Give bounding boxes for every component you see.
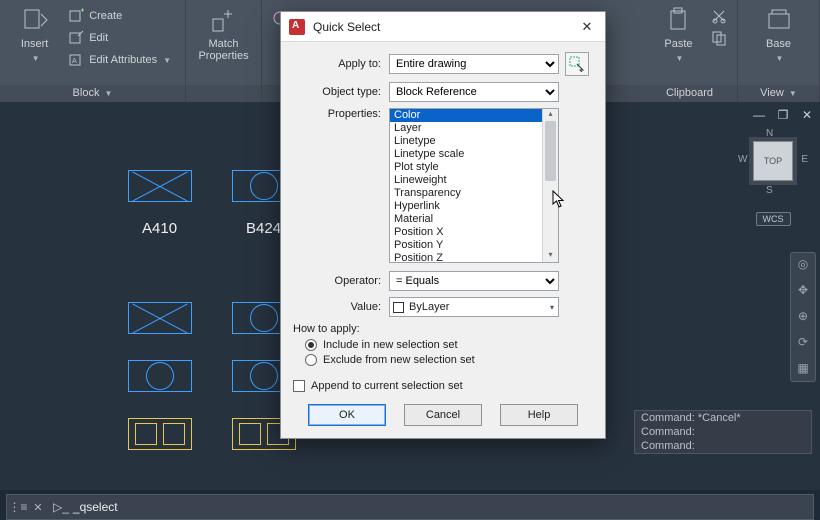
value-select[interactable]: ByLayer ▾ [389,297,559,317]
history-line: Command: *Cancel* [635,411,811,425]
history-line: Command: [635,425,811,439]
zoom-icon[interactable]: ⊕ [795,309,811,325]
listbox-scrollbar[interactable]: ▴ ▾ [542,109,558,262]
dialog-close-icon[interactable]: ✕ [577,19,597,35]
scroll-up-icon[interactable]: ▴ [543,109,558,121]
dialog-title: Quick Select [313,20,577,34]
block-label: B424 [246,220,281,237]
exclude-radio[interactable]: Exclude from new selection set [305,354,593,366]
property-item[interactable]: Layer [390,122,558,135]
paste-button[interactable]: Paste▼ [653,4,705,65]
paste-icon [665,6,693,34]
quick-select-dialog: Quick Select ✕ Apply to: Entire drawing … [280,11,606,439]
doc-window-controls: — ❐ ✕ [752,108,814,122]
pan-icon[interactable]: ✥ [795,283,811,299]
command-text: _qselect [73,500,118,514]
create-button[interactable]: Create [65,6,175,26]
block-graphic[interactable] [128,170,192,202]
edit-attributes-button[interactable]: AEdit Attributes▼ [65,50,175,70]
apply-to-label: Apply to: [293,58,389,70]
wcs-badge[interactable]: WCS [756,212,791,226]
edit-attributes-icon: A [69,52,85,68]
property-item[interactable]: Position X [390,226,558,239]
block-graphic[interactable] [128,302,192,334]
insert-label: Insert [21,38,49,50]
match-properties-icon [210,6,238,34]
svg-text:A: A [72,58,77,65]
minimize-icon[interactable]: — [752,108,766,122]
orbit-icon[interactable]: ⟳ [795,335,811,351]
close-icon[interactable]: ✕ [800,108,814,122]
property-item[interactable]: Hyperlink [390,200,558,213]
viewcube-face[interactable]: TOP [753,141,793,181]
chevron-down-icon: ▾ [550,303,554,312]
edit-button[interactable]: Edit [65,28,175,48]
customize-icon[interactable]: ⋮≡ [7,500,29,514]
property-item[interactable]: Plot style [390,161,558,174]
properties-label: Properties: [293,108,389,120]
insert-icon [21,6,49,34]
cancel-button[interactable]: Cancel [404,404,482,426]
block-graphic[interactable] [128,360,192,392]
dialog-titlebar[interactable]: Quick Select ✕ [281,12,605,42]
restore-icon[interactable]: ❐ [776,108,790,122]
cut-icon[interactable] [711,8,727,24]
panel-label-block[interactable]: Block ▼ [0,85,185,102]
value-label: Value: [293,301,389,313]
checkbox-icon [293,380,305,392]
color-swatch-icon [393,302,404,313]
viewcube[interactable]: N W E S TOP WCS [744,132,802,226]
ok-button[interactable]: OK [308,404,386,426]
object-type-select[interactable]: Block Reference [389,82,559,102]
property-item[interactable]: Linetype scale [390,148,558,161]
operator-label: Operator: [293,275,389,287]
copy-icon[interactable] [711,30,727,46]
select-objects-button[interactable] [565,52,589,76]
command-line[interactable]: ⋮≡ ✕ ▷_ _qselect [6,494,814,520]
block-label: A410 [142,220,177,237]
command-prompt-icon: ▷_ [47,500,73,514]
property-item[interactable]: Position Y [390,239,558,252]
property-item[interactable]: Lineweight [390,174,558,187]
property-item[interactable]: Linetype [390,135,558,148]
steering-wheel-icon[interactable]: ◎ [795,257,811,273]
property-item[interactable]: Position Z [390,252,558,263]
command-history: Command: *Cancel* Command: Command: [634,410,812,454]
object-type-label: Object type: [293,86,389,98]
match-properties-button[interactable]: Match Properties [198,4,250,64]
history-line: Command: [635,439,811,453]
property-item[interactable]: Color [390,109,558,122]
edit-icon [69,30,85,46]
radio-icon [305,339,317,351]
create-icon [69,8,85,24]
close-commandline-icon[interactable]: ✕ [29,501,47,514]
property-item[interactable]: Transparency [390,187,558,200]
how-to-apply-label: How to apply: [293,323,593,335]
scroll-down-icon[interactable]: ▾ [543,250,558,262]
app-icon [289,19,305,35]
radio-icon [305,354,317,366]
operator-select[interactable]: = Equals [389,271,559,291]
help-button[interactable]: Help [500,404,578,426]
properties-listbox[interactable]: ColorLayerLinetypeLinetype scalePlot sty… [389,108,559,263]
property-item[interactable]: Material [390,213,558,226]
apply-to-select[interactable]: Entire drawing [389,54,559,74]
showmotion-icon[interactable]: ▦ [795,361,811,377]
panel-label-clipboard[interactable]: Clipboard [642,85,737,102]
scroll-thumb[interactable] [545,121,556,181]
value-text: ByLayer [409,301,449,313]
base-view-icon [765,6,793,34]
insert-button[interactable]: Insert▼ [10,4,59,65]
select-objects-icon [569,56,585,72]
match-label: Match Properties [198,38,248,62]
base-view-button[interactable]: Base▼ [753,4,805,65]
panel-label-view[interactable]: View ▼ [738,85,819,102]
nav-bar: ◎ ✥ ⊕ ⟳ ▦ [790,252,816,382]
append-checkbox[interactable]: Append to current selection set [293,380,593,392]
block-graphic[interactable] [128,418,192,450]
panel-label-properties [186,85,261,102]
include-radio[interactable]: Include in new selection set [305,339,593,351]
